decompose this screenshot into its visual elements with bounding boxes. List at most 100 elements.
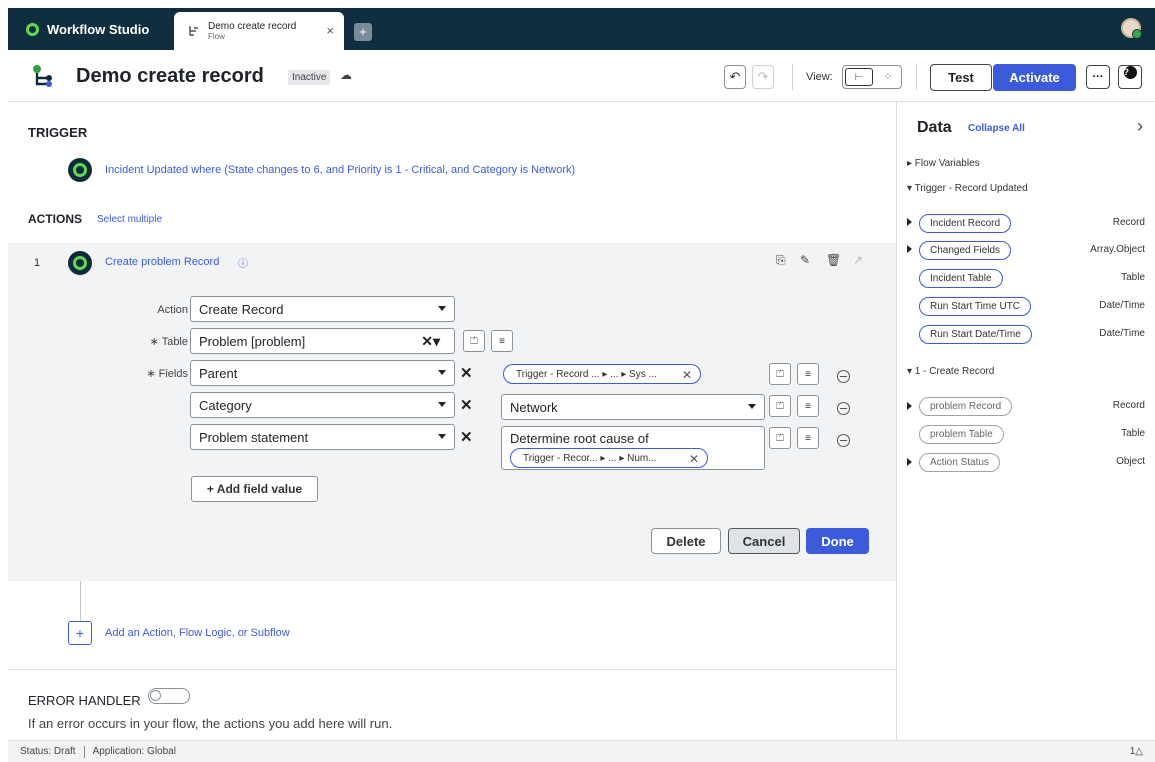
tab-subtitle: Flow <box>208 32 225 41</box>
undo-button[interactable]: ↶ <box>724 65 746 89</box>
test-button[interactable]: Test <box>930 64 992 91</box>
data-panel: Data Collapse All › ▸ Flow Variables ▾ T… <box>896 102 1155 740</box>
add-action-button[interactable]: + <box>68 621 92 645</box>
data-pill-problem-record[interactable]: problem Record <box>919 397 1013 416</box>
open-external-icon[interactable]: ↗ <box>853 253 863 267</box>
expand-icon[interactable] <box>907 245 912 253</box>
script-toggle-icon[interactable]: ≡ <box>797 395 819 417</box>
tree-view-icon[interactable]: ⊢ <box>845 68 873 86</box>
field-select-problem-statement[interactable]: Problem statement <box>190 424 455 450</box>
remove-field-icon[interactable]: ✕ <box>460 396 473 414</box>
select-multiple-link[interactable]: Select multiple <box>97 214 162 225</box>
copy-icon[interactable]: ⎘ <box>776 253 786 268</box>
flow-title: Demo create record <box>76 65 264 87</box>
remove-row-icon[interactable] <box>837 402 850 415</box>
avatar[interactable] <box>1121 18 1142 39</box>
data-pill-action-status[interactable]: Action Status <box>919 453 1000 472</box>
data-pill-picker-icon[interactable]: ⏍ <box>769 363 791 385</box>
data-pill-problem-table[interactable]: problem Table <box>919 425 1004 444</box>
field-select-category[interactable]: Category <box>190 392 455 418</box>
data-type: Object <box>1116 456 1145 467</box>
remove-row-icon[interactable] <box>837 370 850 383</box>
action-icon <box>68 251 92 275</box>
close-tab-icon[interactable]: × <box>326 23 334 38</box>
divider <box>8 669 896 670</box>
script-toggle-icon[interactable]: ≡ <box>797 363 819 385</box>
data-pill-incident-record[interactable]: Incident Record <box>919 214 1012 233</box>
trigger-heading: TRIGGER <box>28 125 88 140</box>
status-bar: Status: Draft Application: Global 1△ <box>8 740 1155 762</box>
data-pill[interactable]: Trigger - Record ... ▸ ... ▸ Sys ... ✕ <box>503 364 701 384</box>
data-pill-label: Trigger - Record ... ▸ ... ▸ Sys ... <box>516 368 657 380</box>
script-toggle-icon[interactable]: ≡ <box>797 427 819 449</box>
divider <box>916 64 917 90</box>
field-value: Determine root cause of <box>510 431 649 446</box>
tab-title: Demo create record <box>208 21 297 32</box>
data-type: Date/Time <box>1099 328 1145 339</box>
data-type: Table <box>1121 428 1145 439</box>
add-action-link[interactable]: Add an Action, Flow Logic, or Subflow <box>105 627 290 639</box>
remove-row-icon[interactable] <box>837 434 850 447</box>
tab-demo-create-record[interactable]: Demo create record Flow × <box>174 12 344 50</box>
status-badge: Inactive <box>288 70 331 85</box>
cloud-icon: ☁ <box>340 68 352 82</box>
clear-icon[interactable]: ✕▾ <box>421 333 440 350</box>
chevron-down-icon <box>438 434 446 439</box>
collapse-all-link[interactable]: Collapse All <box>968 123 1025 134</box>
remove-field-icon[interactable]: ✕ <box>460 364 473 382</box>
expand-icon[interactable] <box>907 218 912 226</box>
data-pill-run-start-time-utc[interactable]: Run Start Time UTC <box>919 297 1032 316</box>
data-pill-picker-icon[interactable]: ⏍ <box>463 330 485 352</box>
data-pill-label: Trigger - Recor... ▸ ... ▸ Num... <box>523 452 657 464</box>
cancel-button[interactable]: Cancel <box>728 528 800 554</box>
activate-button[interactable]: Activate <box>993 64 1076 91</box>
remove-field-icon[interactable]: ✕ <box>460 428 473 446</box>
close-icon[interactable]: ✕ <box>689 452 699 466</box>
chevron-right-icon[interactable]: › <box>1137 116 1143 137</box>
data-pill-incident-table[interactable]: Incident Table <box>919 269 1003 288</box>
field-name: Problem statement <box>199 429 309 445</box>
app-name: Workflow Studio <box>47 21 150 37</box>
action-select[interactable]: Create Record <box>190 296 455 322</box>
action-title[interactable]: Create problem Record <box>105 256 219 268</box>
redo-button[interactable]: ↷ <box>752 65 774 89</box>
chevron-down-icon <box>438 306 446 311</box>
trigger-record-updated-section[interactable]: ▾ Trigger - Record Updated <box>907 183 1028 194</box>
data-pill-run-start-date-time[interactable]: Run Start Date/Time <box>919 325 1032 344</box>
trash-icon[interactable]: 🗑 <box>826 253 841 267</box>
add-tab-button[interactable]: + <box>354 23 372 41</box>
help-circle-icon[interactable]: ⓘ <box>238 255 248 270</box>
close-icon[interactable]: ✕ <box>682 368 692 382</box>
table-select[interactable]: Problem [problem] ✕▾ <box>190 328 455 354</box>
comment-icon[interactable]: ✎ <box>800 253 810 267</box>
data-pill-changed-fields[interactable]: Changed Fields <box>919 241 1012 260</box>
expand-icon[interactable] <box>907 402 912 410</box>
data-pill[interactable]: Trigger - Recor... ▸ ... ▸ Num... ✕ <box>510 448 708 468</box>
expand-icon[interactable] <box>907 458 912 466</box>
trigger-condition[interactable]: Incident Updated where (State changes to… <box>105 164 575 176</box>
error-handler-description: If an error occurs in your flow, the act… <box>28 716 393 731</box>
data-pill-picker-icon[interactable]: ⏍ <box>769 395 791 417</box>
done-button[interactable]: Done <box>806 528 869 554</box>
grid-view-icon[interactable]: ⁘ <box>875 66 901 88</box>
help-button[interactable]: ? <box>1118 65 1142 89</box>
action-number: 1 <box>34 257 41 269</box>
app-logo-icon <box>26 22 39 36</box>
category-value-select[interactable]: Network <box>501 394 765 420</box>
field-select-parent[interactable]: Parent <box>190 360 455 386</box>
view-label: View: <box>806 71 833 83</box>
more-options-button[interactable]: ··· <box>1086 65 1110 89</box>
script-toggle-icon[interactable]: ≡ <box>491 330 513 352</box>
connector-line <box>80 581 81 621</box>
create-record-section[interactable]: ▾ 1 - Create Record <box>907 366 994 377</box>
action-card: 1 Create problem Record ⓘ ⎘ ✎ 🗑 ↗ Action… <box>8 243 896 581</box>
notifications-icon[interactable]: 1△ <box>1130 746 1143 757</box>
data-pill-picker-icon[interactable]: ⏍ <box>769 427 791 449</box>
data-panel-title: Data <box>917 119 952 136</box>
help-icon: ? <box>1123 66 1137 79</box>
flow-variables-section[interactable]: ▸ Flow Variables <box>907 158 980 169</box>
add-field-value-button[interactable]: + Add field value <box>191 476 318 502</box>
error-handler-toggle[interactable] <box>148 688 190 704</box>
delete-button[interactable]: Delete <box>651 528 721 554</box>
app-tab[interactable]: Workflow Studio <box>16 13 174 45</box>
